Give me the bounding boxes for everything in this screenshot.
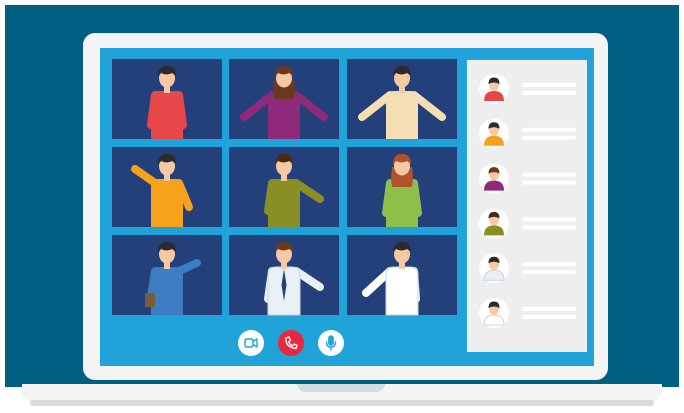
- video-tile[interactable]: [347, 147, 457, 227]
- laptop-notch: [296, 384, 386, 392]
- avatar: [479, 208, 509, 239]
- microphone-button[interactable]: [318, 330, 344, 356]
- video-tile[interactable]: [347, 59, 457, 139]
- illustration: [0, 0, 684, 413]
- status-placeholder-line: [522, 315, 576, 319]
- video-tile[interactable]: [112, 235, 222, 315]
- folder: [145, 293, 155, 307]
- name-placeholder-line: [522, 307, 576, 311]
- torso: [268, 179, 300, 227]
- torso: [151, 91, 183, 139]
- button-circle: [238, 330, 264, 356]
- name-placeholder-line: [522, 262, 576, 267]
- video-tile[interactable]: [229, 147, 339, 227]
- end-call-button[interactable]: [278, 330, 304, 356]
- video-tile[interactable]: [229, 59, 339, 139]
- video-tile[interactable]: [229, 235, 339, 316]
- status-placeholder-line: [522, 135, 576, 140]
- avatar-shirt: [483, 314, 505, 326]
- name-placeholder-line: [522, 83, 576, 87]
- avatar: [479, 118, 509, 149]
- video-tile[interactable]: [112, 147, 222, 227]
- name-placeholder-line: [522, 217, 576, 222]
- status-placeholder-line: [522, 225, 576, 230]
- torso: [151, 179, 183, 227]
- camera-button[interactable]: [238, 330, 264, 356]
- avatar: [479, 74, 509, 104]
- laptop-base-shadow: [30, 400, 654, 406]
- status-placeholder-line: [522, 91, 576, 95]
- avatar-shirt: [483, 269, 505, 281]
- avatar: [479, 253, 509, 284]
- video-tile[interactable]: [347, 235, 457, 316]
- avatar: [479, 163, 509, 194]
- video-grid: [112, 59, 457, 316]
- torso: [151, 267, 183, 315]
- video-tile[interactable]: [112, 59, 222, 139]
- torso: [385, 266, 419, 316]
- torso: [386, 91, 418, 139]
- button-circle: [278, 330, 304, 356]
- name-placeholder-line: [522, 172, 576, 177]
- status-placeholder-line: [522, 180, 576, 185]
- name-placeholder-line: [522, 127, 576, 132]
- avatar: [479, 298, 509, 328]
- video-call-illustration: [5, 5, 679, 406]
- status-placeholder-line: [522, 270, 576, 275]
- call-controls: [238, 330, 344, 356]
